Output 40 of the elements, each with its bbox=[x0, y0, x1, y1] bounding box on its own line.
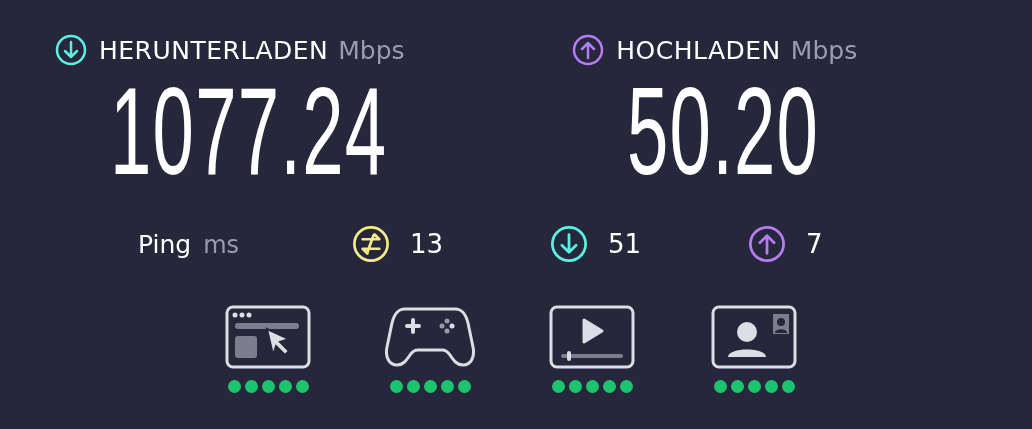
rating-dot bbox=[278, 380, 292, 393]
upload-icon bbox=[748, 225, 786, 263]
video-call-icon bbox=[711, 305, 797, 369]
rating-dot bbox=[713, 380, 727, 393]
ping-value: 51 bbox=[608, 229, 642, 259]
speed-unit: Mbps bbox=[338, 35, 405, 65]
rating-dot bbox=[602, 380, 616, 393]
rating-dot bbox=[747, 380, 761, 393]
download-icon bbox=[550, 225, 588, 263]
rating-dot bbox=[244, 380, 258, 393]
rating-dot bbox=[261, 380, 275, 393]
video-player-icon bbox=[549, 305, 635, 369]
rating-dot bbox=[423, 380, 437, 393]
gamepad-icon bbox=[385, 305, 475, 369]
speed-unit: Mbps bbox=[790, 35, 858, 65]
speed-label: HOCHLADEN bbox=[616, 35, 781, 65]
rating-dot bbox=[568, 380, 582, 393]
rating-dot bbox=[389, 380, 403, 393]
ping-label: Ping bbox=[138, 229, 192, 259]
rating-dot bbox=[295, 380, 309, 393]
ping-value: 7 bbox=[806, 229, 823, 259]
speed-value: 1077.24 bbox=[110, 72, 388, 190]
speed-label: HERUNTERLADEN bbox=[99, 35, 329, 65]
browser-icon bbox=[225, 305, 311, 369]
rating-dot bbox=[781, 380, 795, 393]
rating-dot bbox=[585, 380, 599, 393]
speed-icon bbox=[55, 34, 87, 66]
rating-dot bbox=[227, 380, 241, 393]
rating-dot bbox=[619, 380, 633, 393]
ping-value: 13 bbox=[410, 229, 444, 259]
jitter-icon bbox=[352, 225, 390, 263]
rating-dot bbox=[457, 380, 471, 393]
rating-dot bbox=[440, 380, 454, 393]
rating-dot bbox=[764, 380, 778, 393]
rating-dot bbox=[730, 380, 744, 393]
rating-dot bbox=[406, 380, 420, 393]
speed-icon bbox=[572, 34, 605, 66]
rating-dot bbox=[551, 380, 565, 393]
ping-unit: ms bbox=[203, 230, 240, 259]
speed-value: 50.20 bbox=[627, 72, 820, 190]
